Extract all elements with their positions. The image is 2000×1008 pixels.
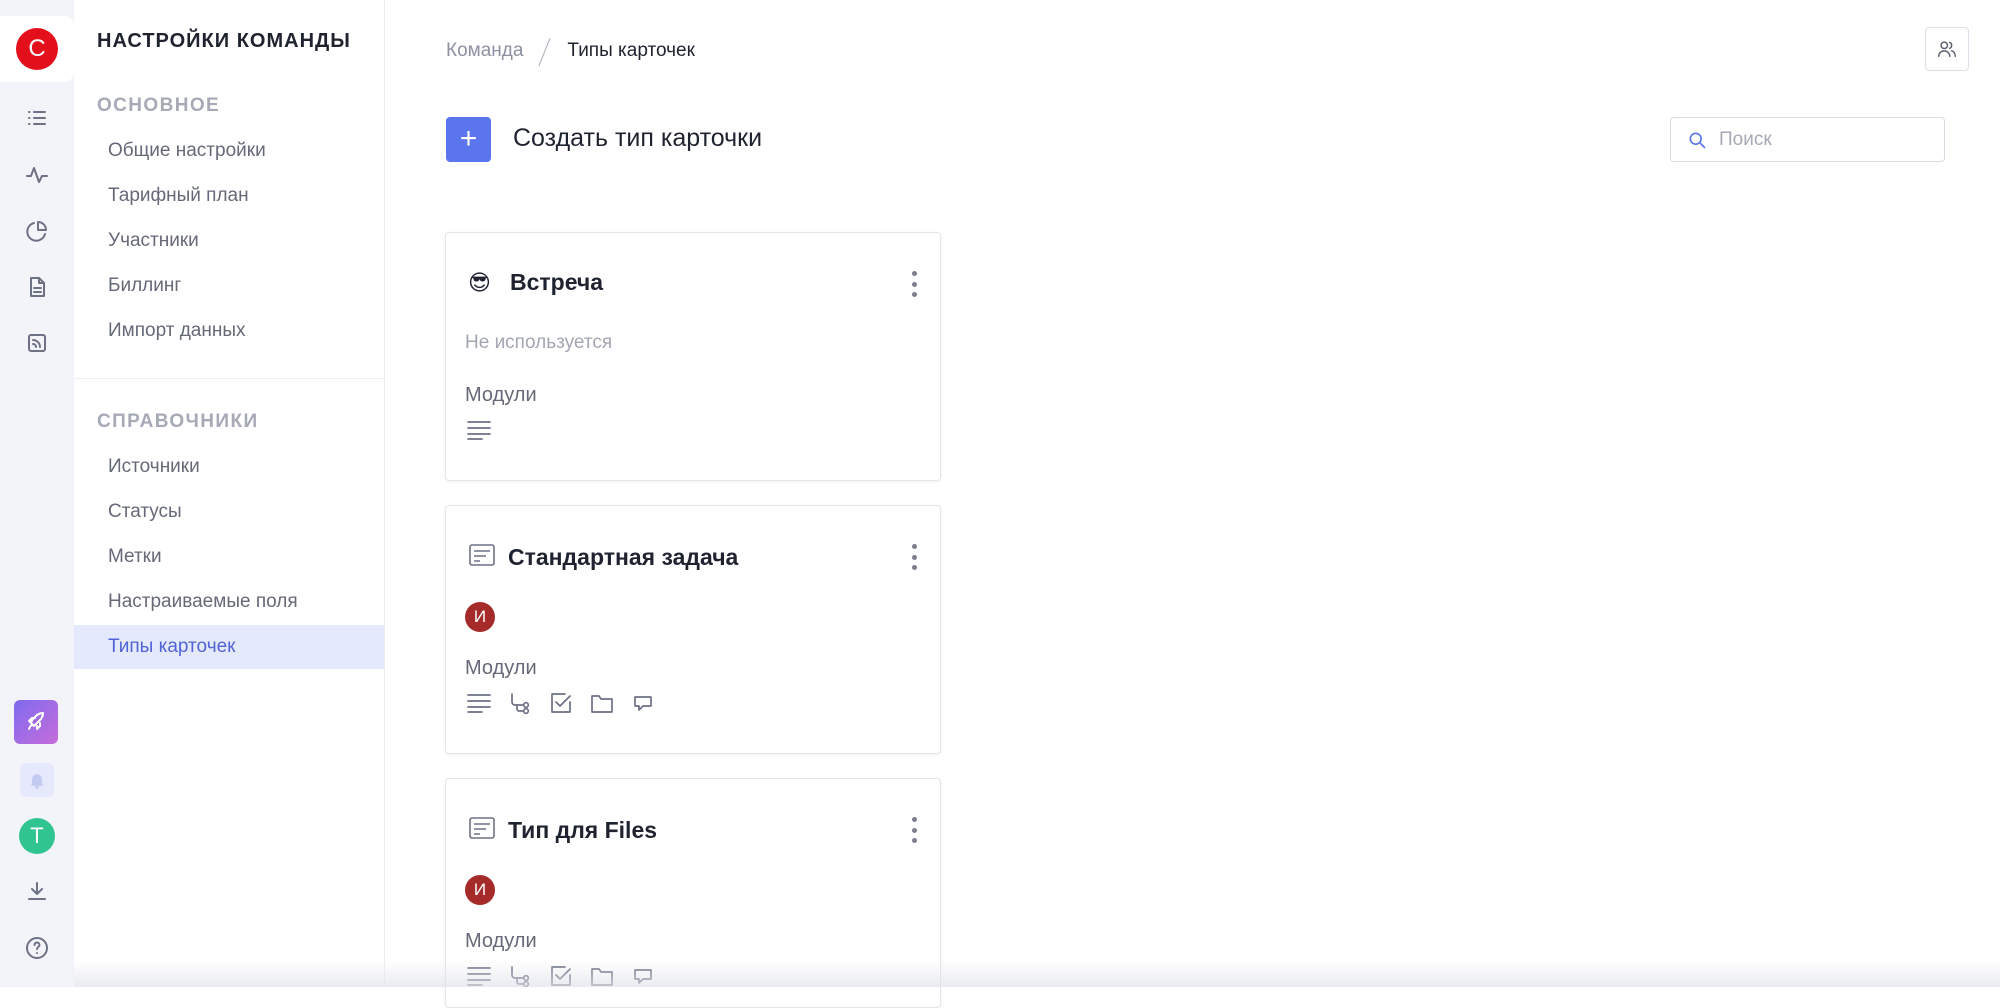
more-menu-icon[interactable] xyxy=(910,271,918,297)
breadcrumb: Команда Типы карточек xyxy=(446,38,695,64)
pie-chart-icon[interactable] xyxy=(22,216,52,246)
document-icon[interactable] xyxy=(22,272,52,302)
module-icons xyxy=(467,419,508,441)
sidebar-divider xyxy=(74,378,384,379)
card-type-card[interactable]: Стандартная задача И Модули xyxy=(445,505,941,754)
sidebar-item-members[interactable]: Участники xyxy=(74,219,384,263)
more-menu-icon[interactable] xyxy=(910,817,918,843)
card-type-icon xyxy=(468,815,508,846)
sidebar-item-general[interactable]: Общие настройки xyxy=(74,129,384,173)
sidebar-item-billing[interactable]: Биллинг xyxy=(74,264,384,308)
owner-avatar: И xyxy=(465,875,495,905)
sidebar-item-card-types[interactable]: Типы карточек xyxy=(74,625,384,669)
download-icon[interactable] xyxy=(22,876,52,906)
modules-label: Модули xyxy=(465,384,537,406)
company-logo[interactable]: C xyxy=(16,28,58,70)
subtasks-icon xyxy=(511,693,530,714)
icon-rail: C T xyxy=(0,0,74,987)
more-menu-icon[interactable] xyxy=(910,544,918,570)
user-avatar[interactable]: T xyxy=(19,818,55,854)
card-status: Не используется xyxy=(465,332,613,353)
card-title: Встреча xyxy=(510,269,604,295)
module-icons xyxy=(467,692,672,714)
breadcrumb-separator xyxy=(535,38,555,64)
help-icon[interactable] xyxy=(22,933,52,963)
sidebar-title: НАСТРОЙКИ КОМАНДЫ xyxy=(97,30,351,52)
card-type-card[interactable]: 😎 Встреча Не используется Модули xyxy=(445,232,941,481)
activity-icon[interactable] xyxy=(22,160,52,190)
users-icon xyxy=(1938,41,1956,58)
sidebar-item-tags[interactable]: Метки xyxy=(74,535,384,579)
list-icon[interactable] xyxy=(22,103,52,133)
create-card-type-label[interactable]: Создать тип карточки xyxy=(513,124,762,153)
comments-icon xyxy=(634,696,652,711)
checklist-icon xyxy=(551,693,571,713)
sidebar-item-custom-fields[interactable]: Настраиваемые поля xyxy=(74,580,384,624)
team-members-button[interactable] xyxy=(1925,27,1969,71)
sidebar-item-statuses[interactable]: Статусы xyxy=(74,490,384,534)
folder-icon xyxy=(591,695,613,713)
modules-label: Модули xyxy=(465,930,537,952)
owner-avatar: И xyxy=(465,602,495,632)
sidebar-item-plan[interactable]: Тарифный план xyxy=(74,174,384,218)
card-emoji: 😎 xyxy=(468,269,491,295)
bottom-scroll-shadow xyxy=(74,960,2000,987)
settings-sidebar: НАСТРОЙКИ КОМАНДЫ ОСНОВНОЕ Общие настрой… xyxy=(74,0,385,987)
bell-icon[interactable] xyxy=(20,763,54,797)
create-card-type-button[interactable]: + xyxy=(446,117,491,162)
description-icon xyxy=(467,421,491,440)
search-icon xyxy=(1689,132,1706,148)
section-title-main: ОСНОВНОЕ xyxy=(97,95,221,116)
search-box xyxy=(1670,117,1945,162)
sidebar-item-import[interactable]: Импорт данных xyxy=(74,309,384,353)
breadcrumb-parent[interactable]: Команда xyxy=(446,40,523,62)
card-title: Тип для Files xyxy=(508,817,658,843)
section-title-dictionaries: СПРАВОЧНИКИ xyxy=(97,411,259,432)
card-type-icon xyxy=(468,542,508,573)
search-input[interactable] xyxy=(1719,128,1929,151)
sidebar-item-sources[interactable]: Источники xyxy=(74,445,384,489)
rocket-icon[interactable] xyxy=(14,700,58,744)
card-title: Стандартная задача xyxy=(508,544,739,570)
description-icon xyxy=(467,694,491,713)
rss-icon[interactable] xyxy=(22,328,52,358)
modules-label: Модули xyxy=(465,657,537,679)
breadcrumb-current: Типы карточек xyxy=(567,40,695,61)
logo-wrap: C xyxy=(0,16,74,82)
